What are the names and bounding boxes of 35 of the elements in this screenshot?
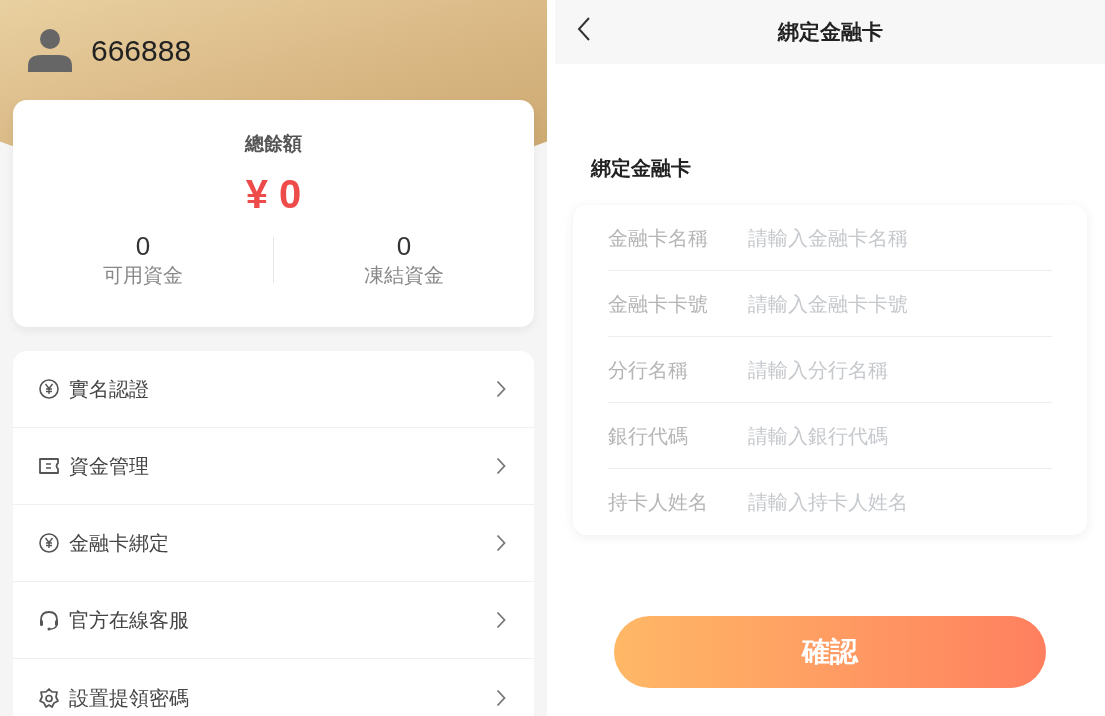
field-label: 金融卡卡號 bbox=[608, 291, 709, 317]
input-field[interactable]: 請輸入金融卡名稱 bbox=[748, 222, 1052, 253]
field-label: 金融卡名稱 bbox=[608, 225, 709, 251]
input-field[interactable]: 請輸入持卡人姓名 bbox=[748, 487, 1052, 517]
yen-circle-icon bbox=[38, 378, 60, 400]
stat-value: 0 bbox=[135, 230, 151, 261]
menu-item[interactable]: 資金管理 bbox=[13, 428, 534, 505]
chevron-right-icon bbox=[496, 611, 506, 629]
chevron-right-icon bbox=[496, 688, 506, 707]
menu-item[interactable]: 官方在線客服 bbox=[13, 582, 534, 659]
field-label: 持卡人姓名 bbox=[608, 490, 709, 515]
username: 666888 bbox=[91, 32, 192, 69]
stat-label: 可用資金 bbox=[103, 262, 183, 288]
stat-label: 凍結資金 bbox=[364, 262, 444, 288]
field-label: 分行名稱 bbox=[608, 357, 689, 383]
input-field[interactable]: 請輸入分行名稱 bbox=[748, 354, 1052, 385]
balance-amount: ¥ 0 bbox=[245, 170, 302, 218]
headset-icon bbox=[38, 609, 60, 631]
balance-title: 總餘額 bbox=[245, 132, 302, 156]
menu-item[interactable]: 實名認證 bbox=[13, 351, 534, 428]
ticket-icon bbox=[38, 455, 60, 477]
yen-circle-icon bbox=[38, 532, 60, 554]
stat-value: 0 bbox=[396, 230, 412, 261]
chevron-right-icon bbox=[496, 534, 506, 552]
chevron-right-icon bbox=[496, 380, 506, 398]
page-title: 綁定金融卡 bbox=[777, 19, 883, 46]
section-title: 綁定金融卡 bbox=[591, 156, 691, 181]
field-label: 銀行代碼 bbox=[608, 423, 689, 449]
user-icon bbox=[27, 28, 73, 72]
menu-item[interactable]: 設置提領密碼 bbox=[13, 659, 534, 716]
input-field[interactable]: 請輸入金融卡卡號 bbox=[748, 288, 1052, 319]
menu-item[interactable]: 金融卡綁定 bbox=[13, 505, 534, 582]
input-field[interactable]: 請輸入銀行代碼 bbox=[748, 420, 1052, 451]
gear-icon bbox=[38, 686, 60, 709]
chevron-right-icon bbox=[496, 457, 506, 475]
